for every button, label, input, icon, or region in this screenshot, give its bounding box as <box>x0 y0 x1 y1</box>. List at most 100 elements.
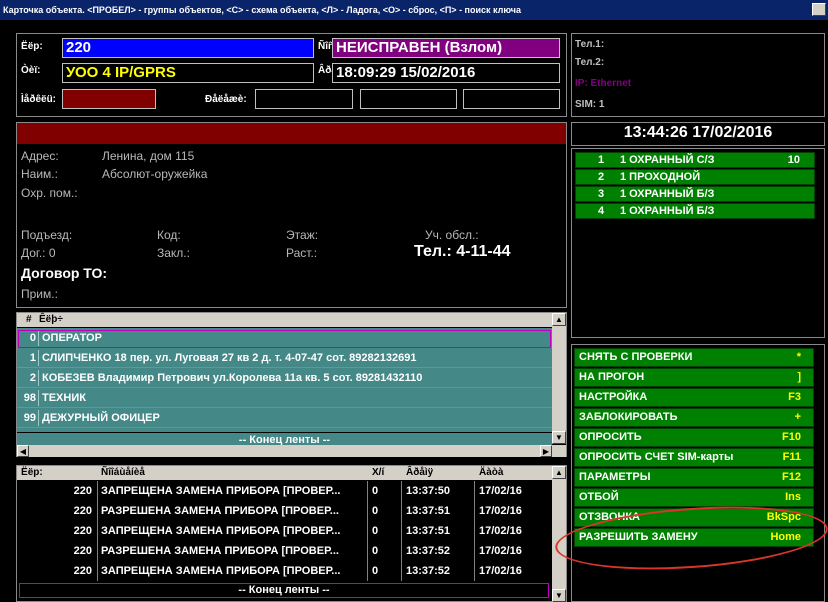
event-column-divider <box>367 501 368 521</box>
command-hotkey: Ins <box>785 491 801 503</box>
command-button[interactable]: НАСТРОЙКА F3 <box>574 388 814 407</box>
event-message: РАЗРЕШЕНА ЗАМЕНА ПРИБОРА [ПРОВЕР... <box>101 505 339 517</box>
event-object: 220 <box>73 485 92 497</box>
object-number-field: 220 <box>62 38 314 58</box>
note-label: Прим.: <box>21 287 58 301</box>
tel1-label: Тел.1: <box>575 39 605 50</box>
entrance-label: Подъезд: <box>21 228 73 242</box>
event-time: 13:37:52 <box>406 545 451 557</box>
event-column-divider <box>97 501 98 521</box>
guard-premises-label: Охр. пом.: <box>21 186 78 200</box>
zone-name: 1 ОХРАННЫЙ Б/З <box>620 205 715 217</box>
command-button[interactable]: НА ПРОГОН] <box>574 368 814 387</box>
command-button[interactable]: ПАРАМЕТРЫ F12 <box>574 468 814 487</box>
events-scroll-down-icon[interactable]: ▼ <box>552 589 566 602</box>
command-button[interactable]: СНЯТЬ С ПРОВЕРКИ * <box>574 348 814 367</box>
event-object: 220 <box>73 505 92 517</box>
command-hotkey: + <box>794 411 801 423</box>
event-time-field: 18:09:29 15/02/2016 <box>332 63 560 83</box>
command-hotkey: F11 <box>782 451 801 463</box>
device-type-label: Òèï: <box>21 65 41 76</box>
events-vscroll[interactable]: ▲ ▼ <box>552 466 566 602</box>
command-label: НА ПРОГОН <box>579 371 645 383</box>
event-row[interactable]: 220 ЗАПРЕЩЕНА ЗАМЕНА ПРИБОРА [ПРОВЕР... 0 1… <box>17 561 552 581</box>
event-column-divider <box>401 481 402 501</box>
zone-row[interactable]: 1 1 ОХРАННЫЙ С/З 10 <box>575 152 815 168</box>
key-text: КОБЕЗЕВ Владимир Петрович ул.Королева 11… <box>42 372 423 384</box>
event-date: 17/02/16 <box>479 505 522 517</box>
event-column-divider <box>367 521 368 541</box>
event-object: 220 <box>73 565 92 577</box>
command-button[interactable]: ОТБОЙ Ins <box>574 488 814 507</box>
events-col-date: Äàòà <box>479 467 504 478</box>
event-time: 13:37:50 <box>406 485 451 497</box>
zone-row[interactable]: 4 1 ОХРАННЫЙ Б/З <box>575 203 815 219</box>
command-label: СНЯТЬ С ПРОВЕРКИ <box>579 351 693 363</box>
command-button[interactable]: ОПРОСИТЬ F10 <box>574 428 814 447</box>
command-hotkey: F3 <box>788 391 801 403</box>
event-column-divider <box>474 521 475 541</box>
key-number: 99 <box>23 412 36 424</box>
zones-list: 1 1 ОХРАННЫЙ С/З 10 2 1 ПРОХОДНОЙ 3 1 ОХРАННЫЙ… <box>575 152 815 220</box>
event-column-divider <box>474 541 475 561</box>
event-time: 13:37:51 <box>406 505 451 517</box>
command-hotkey: ] <box>797 371 801 383</box>
key-separator <box>38 370 39 386</box>
keys-scroll-up-icon[interactable]: ▲ <box>552 313 566 326</box>
key-row[interactable]: 2 КОБЕЗЕВ Владимир Петрович ул.Королева 1… <box>17 368 552 388</box>
event-row[interactable]: 220 ЗАПРЕЩЕНА ЗАМЕНА ПРИБОРА [ПРОВЕР... 0 1… <box>17 521 552 541</box>
command-label: ПАРАМЕТРЫ <box>579 471 651 483</box>
zone-number: 2 <box>598 171 605 183</box>
modem-field <box>62 89 156 109</box>
event-row[interactable]: 220 РАЗРЕШЕНА ЗАМЕНА ПРИБОРА [ПРОВЕР... 0 1… <box>17 541 552 561</box>
keys-scroll-down-icon[interactable]: ▼ <box>552 431 566 444</box>
key-row[interactable]: 99 ДЕЖУРНЫЙ ОФИЦЕР <box>17 408 552 428</box>
code-label: Код: <box>157 228 181 242</box>
distance-label: Раст.: <box>286 246 318 260</box>
event-row[interactable]: 220 РАЗРЕШЕНА ЗАМЕНА ПРИБОРА [ПРОВЕР... 0 1… <box>17 501 552 521</box>
command-label: ОТБОЙ <box>579 491 619 503</box>
sim-label: SIM: 1 <box>575 99 605 110</box>
event-x: 0 <box>372 505 379 517</box>
keys-col-key: Êëþ÷ <box>39 314 63 325</box>
event-row[interactable]: 220 ЗАПРЕЩЕНА ЗАМЕНА ПРИБОРА [ПРОВЕР... 0 1… <box>17 481 552 501</box>
command-label: НАСТРОЙКА <box>579 391 648 403</box>
key-number: 98 <box>23 392 36 404</box>
event-column-divider <box>474 481 475 501</box>
keys-vscroll[interactable]: ▲ ▼ <box>552 313 566 444</box>
events-scroll-up-icon[interactable]: ▲ <box>552 466 566 479</box>
event-column-divider <box>97 541 98 561</box>
close-icon[interactable] <box>812 3 826 16</box>
key-separator <box>38 390 39 406</box>
key-separator <box>38 350 39 366</box>
relay-field-3 <box>463 89 560 109</box>
keys-scroll-left-icon[interactable]: ◀ <box>17 445 29 457</box>
event-column-divider <box>367 561 368 581</box>
event-date: 17/02/16 <box>479 485 522 497</box>
command-button[interactable]: ОПРОСИТЬ СЧЕТ SIM-карты F11 <box>574 448 814 467</box>
event-object: 220 <box>73 545 92 557</box>
event-column-divider <box>97 481 98 501</box>
event-x: 0 <box>372 565 379 577</box>
district-label: Уч. обсл.: <box>425 228 479 242</box>
key-row[interactable]: 98 ТЕХНИК <box>17 388 552 408</box>
ip-channel: IP: Ethernet <box>575 78 632 89</box>
zone-row[interactable]: 3 1 ОХРАННЫЙ Б/З <box>575 186 815 202</box>
key-row[interactable]: 1 СЛИПЧЕНКО 18 пер. ул. Луговая 27 кв 2 д… <box>17 348 552 368</box>
events-col-time: Âðåìÿ <box>406 467 434 478</box>
status-field: НЕИСПРАВЕН (Взлом) <box>332 38 560 58</box>
clock: 13:44:26 17/02/2016 <box>623 124 773 141</box>
event-date: 17/02/16 <box>479 565 522 577</box>
keys-hscroll[interactable]: ◀ ▶ <box>17 445 566 457</box>
keys-scroll-right-icon[interactable]: ▶ <box>540 445 552 457</box>
events-col-object: Ёёр: <box>21 467 43 478</box>
event-column-divider <box>474 561 475 581</box>
event-column-divider <box>367 481 368 501</box>
zone-row[interactable]: 2 1 ПРОХОДНОЙ <box>575 169 815 185</box>
keys-selected-outline <box>18 330 551 348</box>
events-rows: 220 ЗАПРЕЩЕНА ЗАМЕНА ПРИБОРА [ПРОВЕР... 0 1… <box>17 481 552 581</box>
object-number-label: Ёёр: <box>21 41 43 52</box>
command-button[interactable]: ЗАБЛОКИРОВАТЬ + <box>574 408 814 427</box>
modem-label: Ìåðêëü: <box>21 94 57 105</box>
event-column-divider <box>401 541 402 561</box>
